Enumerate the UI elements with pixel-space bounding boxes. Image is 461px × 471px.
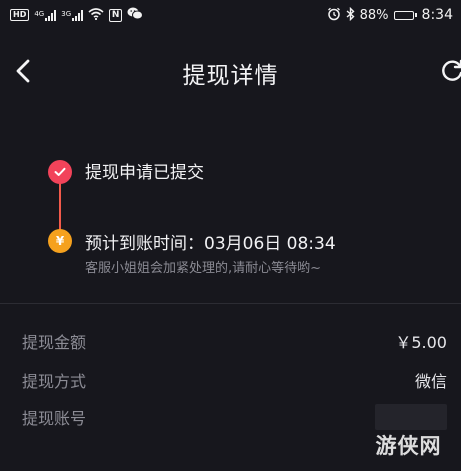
page-title: 提现详情: [182, 63, 279, 89]
detail-row-method: 提现方式 微信: [22, 367, 447, 393]
battery-percent: 88%: [359, 7, 389, 23]
network-type-label: 3G: [61, 9, 72, 18]
hd-icon: HD: [10, 9, 30, 21]
section-divider: [0, 303, 461, 304]
status-bar-left: HD 4G 3G N: [10, 7, 144, 23]
alarm-icon: [327, 7, 341, 24]
detail-row-amount: 提现金额 ￥5.00: [22, 328, 447, 354]
wifi-icon: [88, 7, 104, 23]
step-arrival-note: 客服小姐姐会加紧处理的,请耐心等待哟~: [85, 261, 322, 276]
network-type-label: 4G: [34, 9, 45, 18]
status-bar: HD 4G 3G N 88% 8:34: [0, 0, 461, 30]
check-icon: [48, 160, 72, 184]
yen-icon: ¥: [48, 229, 72, 253]
status-time: 8:34: [421, 7, 453, 23]
status-bar-right: 88% 8:34: [327, 6, 453, 24]
battery-icon: [393, 10, 417, 20]
amount-label: 提现金额: [22, 333, 87, 352]
method-value: 微信: [414, 372, 447, 391]
refresh-icon: [442, 59, 461, 81]
account-label: 提现账号: [22, 409, 87, 428]
bluetooth-icon: [346, 6, 355, 24]
step-submitted-title: 提现申请已提交: [85, 163, 204, 183]
signal-icon: 4G: [34, 9, 57, 21]
nfc-icon: N: [109, 8, 123, 22]
signal-icon: 3G: [61, 9, 84, 21]
site-watermark: 游侠网: [375, 434, 442, 458]
refresh-button[interactable]: [440, 58, 461, 84]
amount-value: ￥5.00: [395, 333, 447, 352]
wechat-icon: [127, 7, 144, 23]
nav-bar: 提现详情: [0, 38, 461, 104]
step-arrival-title: 预计到账时间：03月06日 08:34: [85, 234, 336, 254]
method-label: 提现方式: [22, 372, 87, 391]
withdraw-timeline: 提现申请已提交 ¥ 预计到账时间：03月06日 08:34 客服小姐姐会加紧处理…: [0, 140, 461, 290]
